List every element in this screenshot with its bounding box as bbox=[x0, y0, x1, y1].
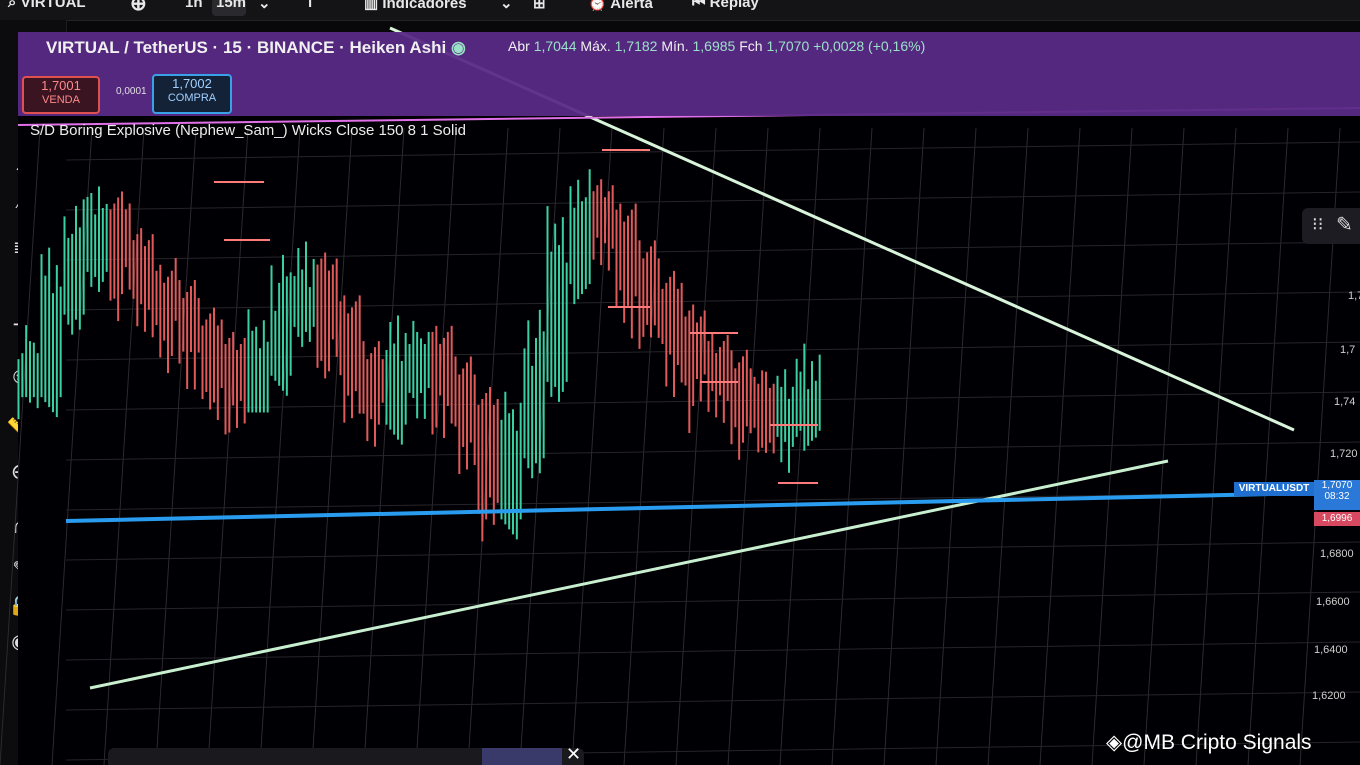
pencil-icon[interactable]: ✎ bbox=[1336, 212, 1353, 237]
grid-line-h bbox=[65, 691, 1360, 711]
watermark-text: @MB Cripto Signals bbox=[1122, 731, 1312, 754]
lower-trendline bbox=[89, 459, 1169, 690]
low-price-tag: 1,6996 bbox=[1314, 512, 1360, 526]
grid-line-v bbox=[51, 127, 93, 765]
drag-handle-icon[interactable]: ⁝⁝ bbox=[1312, 214, 1323, 235]
grid-line-v bbox=[1247, 127, 1289, 765]
open-value: 1,7044 bbox=[533, 38, 577, 54]
support-line bbox=[65, 490, 1360, 523]
grid-line-v bbox=[363, 127, 405, 765]
buy-label: COMPRA bbox=[167, 92, 217, 104]
change-value: +0,0028 (+0,16%) bbox=[813, 38, 926, 54]
grid-line-v bbox=[675, 127, 717, 765]
grid-line-h bbox=[65, 291, 1360, 311]
price-axis-label: 1,7 bbox=[1340, 344, 1356, 356]
price-axis-label: 1,720 bbox=[1330, 448, 1358, 460]
bar-countdown: 08:32 bbox=[1324, 491, 1350, 502]
last-price-tag: 1,7070 08:32 bbox=[1314, 480, 1360, 510]
grid-line-v bbox=[0, 127, 41, 765]
close-icon[interactable]: ✕ bbox=[566, 744, 581, 765]
grid-line-v bbox=[1143, 127, 1185, 765]
spread-value: 0,0001 bbox=[116, 86, 147, 97]
low-label: Mín. bbox=[661, 38, 689, 54]
high-value: 1,7182 bbox=[614, 38, 658, 54]
buy-button[interactable]: 1,7002 COMPRA bbox=[152, 74, 232, 114]
close-label: Fch bbox=[739, 38, 763, 54]
grid-line-v bbox=[207, 127, 249, 765]
close-value: 1,7070 bbox=[766, 38, 810, 54]
price-axis-label: 1,74 bbox=[1334, 396, 1356, 408]
low-value: 1,6985 bbox=[692, 38, 736, 54]
sell-price: 1,7001 bbox=[41, 78, 81, 93]
grid-line-v bbox=[1195, 127, 1237, 765]
grid-line-h bbox=[65, 191, 1360, 211]
price-axis-label: 1,6600 bbox=[1316, 596, 1350, 608]
price-axis-label: 1,6400 bbox=[1314, 644, 1348, 656]
sell-label: VENDA bbox=[42, 94, 80, 106]
last-price: 1,7070 bbox=[1321, 480, 1353, 491]
chart-grid bbox=[0, 127, 1360, 765]
grid-line-v bbox=[779, 127, 821, 765]
price-axis-label: 1,6800 bbox=[1320, 548, 1354, 560]
indicator-legend[interactable]: S/D Boring Explosive (Nephew_Sam_) Wicks… bbox=[30, 122, 466, 139]
bottom-panel-tab[interactable]: ✕ bbox=[108, 744, 584, 765]
grid-line-h bbox=[65, 141, 1360, 161]
buy-price: 1,7002 bbox=[172, 76, 212, 91]
grid-line-h bbox=[65, 441, 1360, 461]
grid-line-v bbox=[831, 127, 873, 765]
symbol-legend[interactable]: VIRTUAL / TetherUS · 15 · BINANCE · Heik… bbox=[46, 38, 466, 58]
watermark: ◈@MB Cripto Signals bbox=[1106, 731, 1312, 754]
grid-line-v bbox=[311, 127, 353, 765]
grid-line-h bbox=[65, 241, 1360, 261]
grid-line-h bbox=[65, 591, 1360, 611]
price-axis-label: 1,6200 bbox=[1312, 690, 1346, 702]
high-label: Máx. bbox=[580, 38, 611, 54]
grid-line-v bbox=[623, 127, 665, 765]
symbol-price-tag: VIRTUALUSDT bbox=[1234, 482, 1314, 496]
grid-line-v bbox=[1091, 127, 1133, 765]
grid-line-v bbox=[883, 127, 925, 765]
price-axis-label: 1,7 bbox=[1348, 290, 1360, 302]
grid-line-v bbox=[259, 127, 301, 765]
open-label: Abr bbox=[508, 38, 530, 54]
object-tree-button[interactable]: ⁝⁝ ✎ bbox=[1302, 208, 1360, 244]
grid-line-v bbox=[415, 127, 457, 765]
visibility-dot-icon[interactable]: ◉ bbox=[451, 38, 466, 57]
grid-line-v bbox=[935, 127, 977, 765]
bottom-tab-highlight bbox=[482, 748, 562, 765]
sell-button[interactable]: 1,7001 VENDA bbox=[22, 76, 100, 114]
legend-title: VIRTUAL / TetherUS · 15 · BINANCE · Heik… bbox=[46, 38, 447, 57]
ohlc-values: Abr 1,7044 Máx. 1,7182 Mín. 1,6985 Fch 1… bbox=[508, 38, 925, 54]
